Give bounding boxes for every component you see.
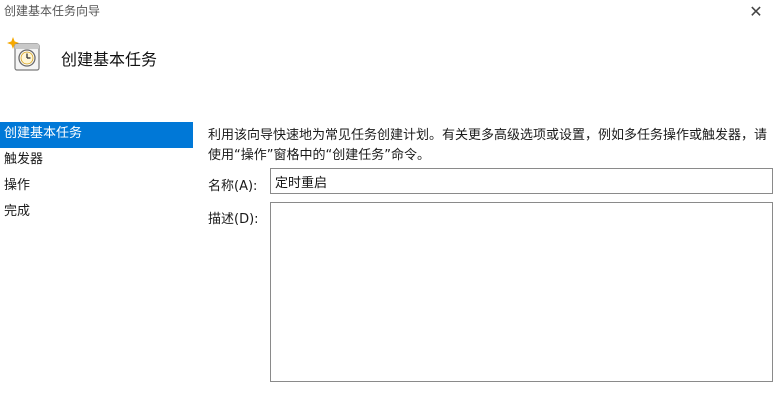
step-action[interactable]: 操作	[0, 174, 198, 200]
wizard-header: 创建基本任务	[0, 22, 778, 118]
description-textarea[interactable]	[270, 202, 773, 382]
wizard-content: 利用该向导快速地为常见任务创建计划。有关更多高级选项或设置，例如多任务操作或触发…	[208, 122, 778, 400]
intro-text: 利用该向导快速地为常见任务创建计划。有关更多高级选项或设置，例如多任务操作或触发…	[208, 128, 768, 163]
name-input[interactable]	[270, 168, 773, 194]
close-icon: ✕	[749, 1, 763, 21]
scheduled-task-clock-icon	[7, 37, 40, 71]
wizard-steps: 创建基本任务 触发器 操作 完成	[0, 122, 198, 400]
title-bar: 创建基本任务向导 ✕	[0, 0, 778, 22]
description-label: 描述(D):	[208, 212, 259, 227]
step-finish[interactable]: 完成	[0, 200, 198, 226]
header-title: 创建基本任务	[61, 50, 158, 69]
name-label: 名称(A):	[208, 179, 258, 194]
step-trigger[interactable]: 触发器	[0, 148, 198, 174]
close-button[interactable]: ✕	[734, 0, 778, 22]
window-title: 创建基本任务向导	[4, 4, 101, 18]
step-create-basic-task[interactable]: 创建基本任务	[0, 122, 193, 148]
